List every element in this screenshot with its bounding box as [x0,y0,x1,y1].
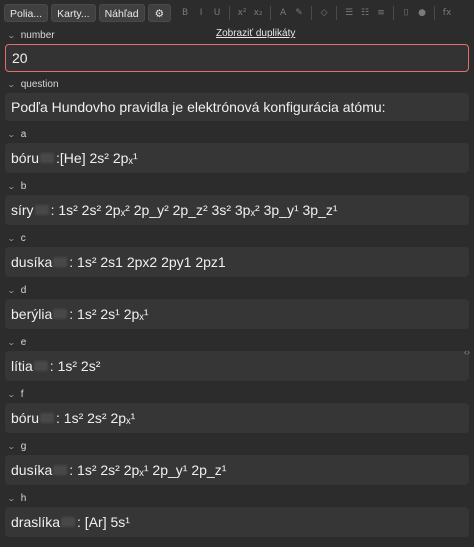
bullet-list-icon[interactable]: ☰ [342,5,356,21]
field-header-number[interactable]: ⌄ number Zobraziť duplikáty [0,26,474,44]
eraser-icon[interactable]: ◇ [317,5,331,21]
field-header-a[interactable]: ⌄ a [0,125,474,143]
chevron-down-icon[interactable]: ⌄ [7,80,16,89]
field-header-h[interactable]: ⌄ h [0,489,474,507]
inline-image-icon [53,465,68,475]
element-name: bóru [11,410,40,426]
chevron-down-icon[interactable]: ⌄ [7,182,16,191]
answer-field-f[interactable]: bóru : 1s² 2s² 2pₓ¹ [5,403,469,433]
chevron-down-icon[interactable]: ⌄ [7,130,16,139]
field-header-g[interactable]: ⌄ g [0,437,474,455]
superscript-icon[interactable]: x² [235,5,249,21]
element-name: draslíka [11,514,61,530]
text-color-icon[interactable]: A [276,5,290,21]
answer-field-e[interactable]: lítia : 1s² 2s² [5,351,469,381]
italic-icon[interactable]: I [194,5,208,21]
electron-configuration: : 1s² 2s² [49,358,101,374]
toolbar-divider [336,6,338,20]
field-label: f [20,388,24,400]
subscript-icon[interactable]: x₂ [251,5,265,21]
inline-image-icon [40,413,55,423]
electron-configuration: : 1s² 2s² 2pₓ¹ 2p_y¹ 2p_z¹ [69,462,227,478]
electron-configuration: : 1s² 2s² 2pₓ² 2p_y² 2p_z² 3s² 3pₓ² 3p_y… [50,202,338,218]
inline-image-icon [34,205,49,215]
answer-field-b[interactable]: síry : 1s² 2s² 2pₓ² 2p_y² 2p_z² 3s² 3pₓ² … [5,195,469,225]
field-header-d[interactable]: ⌄ d [0,281,474,299]
toolbar-divider [311,6,313,20]
element-name: dusíka [11,254,53,270]
inline-image-icon [33,361,48,371]
chevron-down-icon[interactable]: ⌄ [7,442,16,451]
electron-configuration: : 1s² 2s² 2pₓ¹ [56,410,136,426]
toolbar-divider [393,6,395,20]
numbered-list-icon[interactable]: ☷ [358,5,372,21]
electron-configuration: : 1s² 2s1 2px2 2py1 2pz1 [69,254,226,270]
electron-configuration: : 1s² 2s¹ 2pₓ¹ [69,306,149,322]
number-value: 20 [12,50,28,66]
number-field[interactable]: 20 [5,44,469,72]
element-name: lítia [11,358,33,374]
field-label: number [20,29,55,41]
electron-configuration: : [Ar] 5s¹ [77,514,130,530]
electron-configuration: :[He] 2s² 2pₓ¹ [56,150,138,166]
question-value: Podľa Hundovho pravidla je elektrónová k… [11,99,386,115]
inline-image-icon [40,153,55,163]
align-icon[interactable]: ≡ [374,5,388,21]
field-label: d [20,284,27,296]
element-name: dusíka [11,462,53,478]
field-header-b[interactable]: ⌄ b [0,177,474,195]
toolbar-divider [229,6,231,20]
field-header-f[interactable]: ⌄ f [0,385,474,403]
answer-field-c[interactable]: dusíka : 1s² 2s1 2px2 2py1 2pz1 [5,247,469,277]
field-header-question[interactable]: ⌄ question [0,75,474,93]
record-icon[interactable]: ● [415,5,429,21]
toolbar-divider [270,6,272,20]
field-label: h [20,492,27,504]
side-nav-arrows-icon[interactable]: ‹› [464,347,470,357]
field-header-e[interactable]: ⌄ e [0,333,474,351]
field-label: e [20,336,27,348]
fields-button[interactable]: Polia... [4,4,49,22]
answer-field-a[interactable]: bóru :[He] 2s² 2pₓ¹ [5,143,469,173]
formula-icon[interactable]: fx [440,5,454,21]
chevron-down-icon[interactable]: ⌄ [7,494,16,503]
toolbar-divider [434,6,436,20]
chevron-down-icon[interactable]: ⌄ [7,31,16,40]
field-label: a [20,128,27,140]
answer-field-g[interactable]: dusíka : 1s² 2s² 2pₓ¹ 2p_y¹ 2p_z¹ [5,455,469,485]
cards-button[interactable]: Karty... [51,4,96,22]
show-duplicates-link[interactable]: Zobraziť duplikáty [216,28,295,39]
chevron-down-icon[interactable]: ⌄ [7,390,16,399]
format-buttons: B I Ux² x₂ A ✎ ◇ ☰ ☷ ≡ ⌷ ● fx [178,5,454,21]
question-field[interactable]: Podľa Hundovho pravidla je elektrónová k… [5,93,469,121]
element-name: síry [11,202,34,218]
field-label: g [20,440,27,452]
highlight-icon[interactable]: ✎ [292,5,306,21]
underline-icon[interactable]: U [210,5,224,21]
gear-icon[interactable]: ⚙ [147,4,172,22]
element-name: berýlia [11,306,53,322]
inline-image-icon [61,517,76,527]
field-label: c [20,232,26,244]
answer-field-h[interactable]: draslíka : [Ar] 5s¹ [5,507,469,537]
element-name: bóru [11,150,40,166]
field-label: question [20,78,59,90]
inline-image-icon [53,257,68,267]
field-label: b [20,180,27,192]
field-header-c[interactable]: ⌄ c [0,229,474,247]
answer-field-d[interactable]: berýlia : 1s² 2s¹ 2pₓ¹ [5,299,469,329]
editor-toolbar: Polia... Karty... Náhľad ⚙ B I Ux² x₂ A ✎ ◇ ☰ ☷ ≡… [0,0,474,26]
chevron-down-icon[interactable]: ⌄ [7,338,16,347]
bold-icon[interactable]: B [178,5,192,21]
chevron-down-icon[interactable]: ⌄ [7,286,16,295]
preview-button[interactable]: Náhľad [98,4,145,22]
chevron-down-icon[interactable]: ⌄ [7,234,16,243]
attach-icon[interactable]: ⌷ [399,5,413,21]
inline-image-icon [53,309,68,319]
